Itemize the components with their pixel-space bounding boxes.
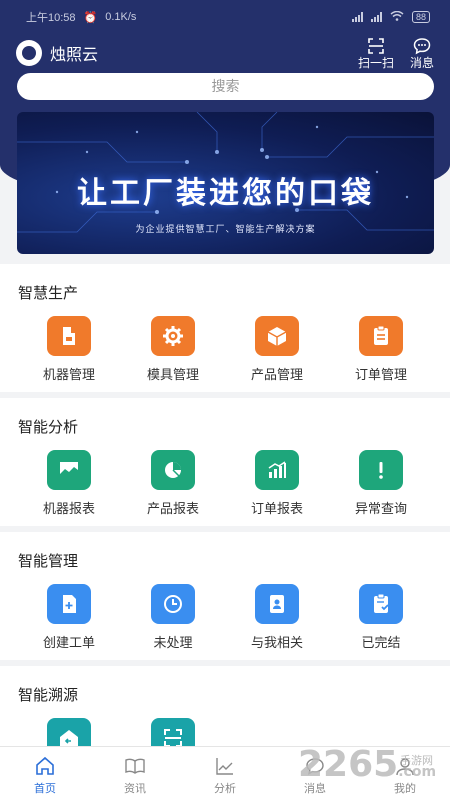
home-icon xyxy=(36,756,54,775)
exception-query-button[interactable]: 异常查询 xyxy=(329,450,433,517)
status-speed: 0.1K/s xyxy=(105,11,137,23)
brand[interactable]: 烛照云 xyxy=(16,40,98,66)
item-label: 产品管理 xyxy=(250,367,303,382)
scan-button[interactable]: 扫一扫 xyxy=(358,36,394,70)
scan-label: 扫一扫 xyxy=(357,56,394,70)
section-title: 智慧生产 xyxy=(18,285,79,302)
signal-icon xyxy=(351,12,363,22)
section-title: 智能管理 xyxy=(18,553,79,570)
item-label: 机器管理 xyxy=(42,367,95,382)
order-report-button[interactable]: 订单报表 xyxy=(225,450,329,517)
watermark-sub: 手游网 xyxy=(400,755,433,767)
app-name: 烛照云 xyxy=(50,47,99,64)
completed-button[interactable]: 已完结 xyxy=(329,584,433,651)
pie-chart-icon xyxy=(165,462,181,478)
tab-label: 资讯 xyxy=(124,783,146,795)
messages-label: 消息 xyxy=(409,56,434,70)
bar-chart-icon xyxy=(268,461,286,478)
chat-bubble-icon xyxy=(413,38,431,55)
item-label: 模具管理 xyxy=(146,367,199,382)
tab-news[interactable]: 资讯 xyxy=(90,747,180,800)
add-document-icon xyxy=(63,595,76,613)
tab-home[interactable]: 首页 xyxy=(0,747,90,800)
exclamation-icon xyxy=(379,462,383,479)
scan-icon xyxy=(368,38,384,54)
promo-banner[interactable]: 让工厂装进您的口袋 为企业提供智慧工厂、智能生产解决方案 xyxy=(17,112,434,254)
section-smart-management: 智能管理 创建工单 未处理 与我相关 已完结 xyxy=(0,532,450,660)
order-management-button[interactable]: 订单管理 xyxy=(329,316,433,383)
related-to-me-button[interactable]: 与我相关 xyxy=(225,584,329,651)
line-chart-icon xyxy=(216,758,233,775)
signal-icon xyxy=(370,12,382,22)
item-label: 订单管理 xyxy=(354,367,407,382)
area-chart-icon xyxy=(60,462,78,478)
item-label: 产品报表 xyxy=(146,501,199,516)
gear-icon xyxy=(163,326,183,346)
section-smart-analysis: 智能分析 机器报表 产品报表 订单报表 异常查询 xyxy=(0,398,450,526)
logo-icon xyxy=(16,40,42,66)
item-label: 机器报表 xyxy=(42,501,95,516)
battery-indicator: 88 xyxy=(411,11,430,23)
banner-title: 让工厂装进您的口袋 xyxy=(77,176,374,211)
item-label: 异常查询 xyxy=(354,501,407,516)
product-report-button[interactable]: 产品报表 xyxy=(121,450,225,517)
machine-report-button[interactable]: 机器报表 xyxy=(17,450,121,517)
banner-subtitle: 为企业提供智慧工厂、智能生产解决方案 xyxy=(135,224,316,234)
box-icon xyxy=(267,327,287,346)
section-title: 智能分析 xyxy=(18,419,79,436)
unprocessed-button[interactable]: 未处理 xyxy=(121,584,225,651)
list-icon xyxy=(374,325,388,345)
watermark-text: 2265 xyxy=(298,744,399,785)
tab-label: 分析 xyxy=(214,783,236,795)
wifi-icon xyxy=(390,10,404,24)
section-smart-production: 智慧生产 机器管理 模具管理 产品管理 订单管理 xyxy=(0,264,450,392)
item-label: 创建工单 xyxy=(42,635,95,650)
badge-icon xyxy=(270,595,284,613)
status-time: 上午10:58 xyxy=(26,12,76,24)
search-input[interactable]: 搜索 xyxy=(17,73,434,100)
messages-button[interactable]: 消息 xyxy=(410,36,434,70)
tab-label: 首页 xyxy=(34,783,56,795)
book-icon xyxy=(125,758,145,774)
item-label: 已完结 xyxy=(361,635,401,650)
section-smart-tracing: 智能溯源 xyxy=(0,666,450,758)
clock-icon xyxy=(164,595,182,613)
section-title: 智能溯源 xyxy=(18,687,79,704)
item-label: 与我相关 xyxy=(250,635,303,650)
item-label: 订单报表 xyxy=(250,501,303,516)
machine-icon xyxy=(63,327,75,345)
product-management-button[interactable]: 产品管理 xyxy=(225,316,329,383)
mold-management-button[interactable]: 模具管理 xyxy=(121,316,225,383)
item-label: 未处理 xyxy=(153,635,193,650)
clipboard-check-icon xyxy=(374,593,389,613)
machine-management-button[interactable]: 机器管理 xyxy=(17,316,121,383)
create-work-order-button[interactable]: 创建工单 xyxy=(17,584,121,651)
top-bar: 烛照云 扫一扫 消息 xyxy=(0,36,450,70)
alarm-icon: ⏰ xyxy=(83,11,98,24)
status-bar: 上午10:58 ⏰ 0.1K/s 88 xyxy=(0,0,450,34)
tab-analysis[interactable]: 分析 xyxy=(180,747,270,800)
